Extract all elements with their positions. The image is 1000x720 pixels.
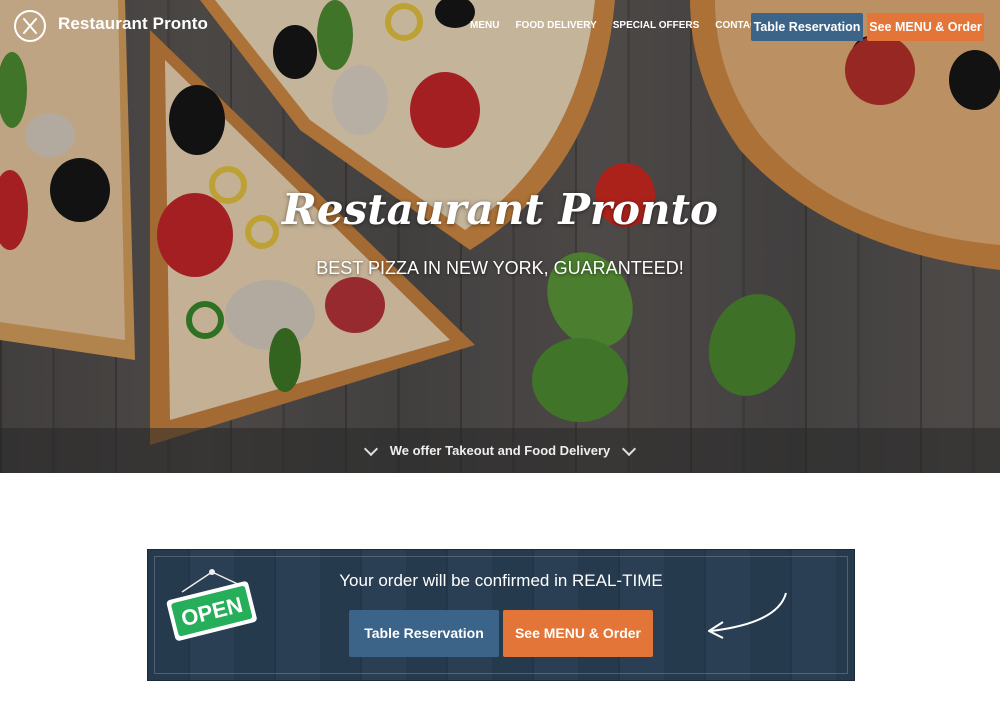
takeout-delivery-bar[interactable]: We offer Takeout and Food Delivery <box>0 428 1000 473</box>
chevron-down-icon <box>363 441 378 456</box>
order-panel: OPEN Your order will be confirmed in REA… <box>147 549 855 681</box>
nav-item-special-offers[interactable]: SPECIAL OFFERS <box>613 20 700 31</box>
curved-arrow-icon <box>708 592 787 639</box>
chevron-down-icon <box>622 441 637 456</box>
fork-knife-icon <box>23 18 37 34</box>
main-nav: MENU FOOD DELIVERY SPECIAL OFFERS CONTAC… <box>470 20 796 31</box>
hero-title: Restaurant Pronto <box>282 185 718 234</box>
hero-subtitle: BEST PIZZA IN NEW YORK, GUARANTEED! <box>316 258 684 278</box>
hero-overlay <box>0 0 1000 473</box>
nav-item-food-delivery[interactable]: FOOD DELIVERY <box>515 20 596 31</box>
brand-name[interactable]: Restaurant Pronto <box>58 14 208 34</box>
table-reservation-button[interactable]: Table Reservation <box>349 610 499 657</box>
header-see-menu-order-button[interactable]: See MENU & Order <box>867 13 984 41</box>
header-table-reservation-button[interactable]: Table Reservation <box>751 13 863 41</box>
logo-icon[interactable] <box>14 10 46 42</box>
takeout-delivery-text: We offer Takeout and Food Delivery <box>389 443 611 458</box>
see-menu-order-button[interactable]: See MENU & Order <box>503 610 653 657</box>
nav-item-menu[interactable]: MENU <box>470 20 499 31</box>
hero-section: Restaurant Pronto MENU FOOD DELIVERY SPE… <box>0 0 1000 473</box>
